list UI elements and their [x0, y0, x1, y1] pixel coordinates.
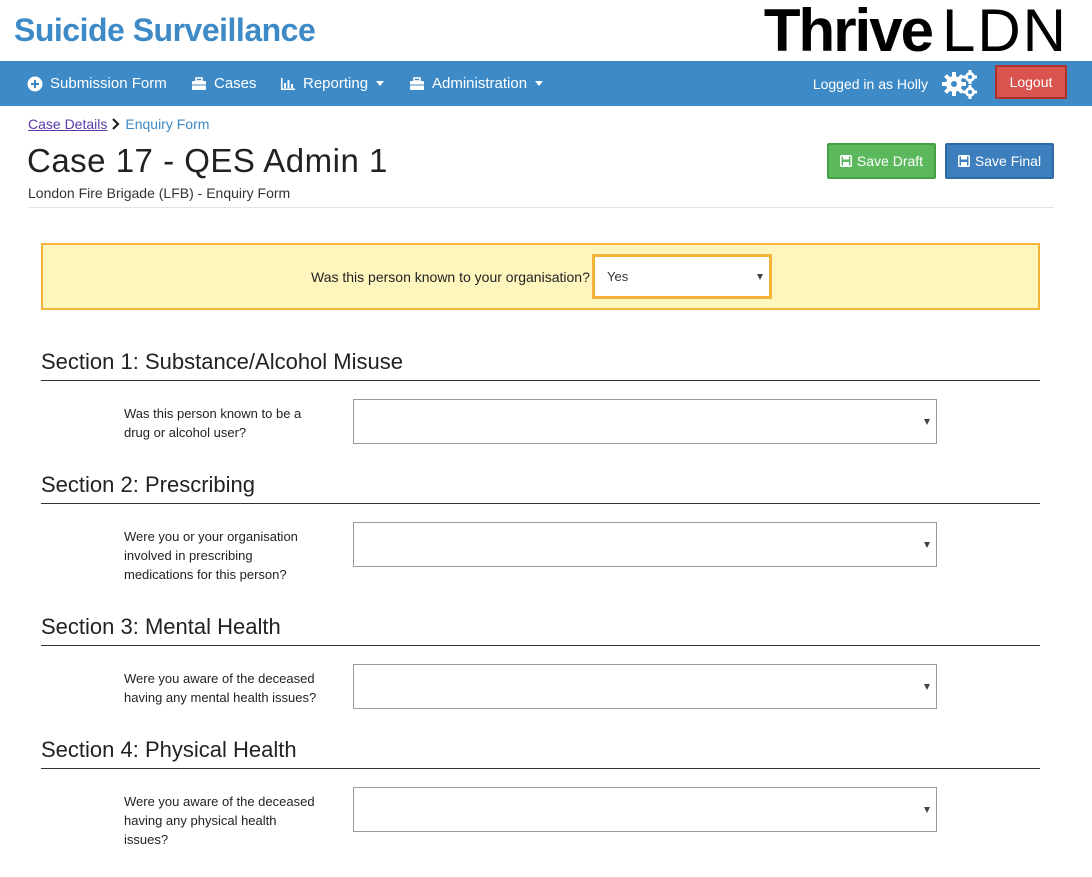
- known-to-organisation-panel: Was this person known to your organisati…: [41, 243, 1040, 310]
- section-2-question-line: medications for this person?: [124, 567, 287, 582]
- nav-reporting[interactable]: Reporting: [280, 61, 385, 106]
- section-4-question-line: having any physical health: [124, 813, 277, 828]
- logout-button[interactable]: Logout: [995, 65, 1067, 99]
- save-final-button[interactable]: Save Final: [945, 143, 1054, 179]
- nav-cases-label: Cases: [214, 75, 257, 92]
- section-2-rule: [41, 503, 1040, 504]
- breadcrumb-case-details-link[interactable]: Case Details: [28, 116, 107, 132]
- chevron-down-icon: [376, 81, 385, 86]
- logged-in-user: Logged in as Holly: [812, 75, 928, 92]
- app-title[interactable]: Suicide Surveillance: [14, 12, 316, 49]
- briefcase-icon: [410, 76, 424, 90]
- page-subtitle: London Fire Brigade (LFB) - Enquiry Form: [28, 185, 291, 201]
- section-3-question: Were you aware of the deceased having an…: [124, 669, 339, 707]
- chevron-right-icon: [112, 118, 120, 130]
- section-3-select[interactable]: [353, 664, 937, 709]
- brand-name-light: LDN: [941, 0, 1068, 64]
- top-header: Suicide Surveillance Thrive LDN: [0, 0, 1092, 61]
- section-2-title: Section 2: Prescribing: [41, 472, 255, 497]
- settings-gears-icon[interactable]: [941, 69, 979, 99]
- known-to-organisation-question: Was this person known to your organisati…: [311, 269, 590, 285]
- section-2-select[interactable]: [353, 522, 937, 567]
- briefcase-icon: [192, 76, 206, 90]
- section-4-select[interactable]: [353, 787, 937, 832]
- page-title: Case 17 - QES Admin 1: [27, 142, 388, 179]
- dropdown-arrow-icon: [924, 806, 930, 813]
- section-4-title: Section 4: Physical Health: [41, 737, 297, 762]
- section-4-question-line: issues?: [124, 832, 169, 847]
- section-1-rule: [41, 380, 1040, 381]
- section-3-question-line: having any mental health issues?: [124, 690, 317, 705]
- section-3-rule: [41, 645, 1040, 646]
- brand-name-bold: Thrive: [763, 0, 934, 64]
- section-1-question-line: Was this person known to be a: [124, 406, 302, 421]
- dropdown-arrow-icon: [924, 683, 930, 690]
- breadcrumb-current: Enquiry Form: [125, 116, 210, 132]
- section-1-question-line: drug or alcohol user?: [124, 425, 247, 440]
- section-2-question-line: Were you or your organisation: [124, 529, 298, 544]
- section-2-question: Were you or your organisation involved i…: [124, 527, 339, 584]
- save-icon: [957, 155, 970, 167]
- section-4-rule: [41, 768, 1040, 769]
- nav-submission-form-label: Submission Form: [50, 75, 167, 92]
- section-1-title: Section 1: Substance/Alcohol Misuse: [41, 349, 403, 374]
- section-3-question-line: Were you aware of the deceased: [124, 671, 315, 686]
- save-draft-label: Save Draft: [856, 153, 924, 169]
- save-draft-button[interactable]: Save Draft: [827, 143, 936, 179]
- chevron-down-icon: [535, 81, 544, 86]
- breadcrumb: Case Details Enquiry Form: [28, 116, 209, 132]
- section-4-question-line: Were you aware of the deceased: [124, 794, 315, 809]
- save-final-label: Save Final: [974, 153, 1042, 169]
- nav-submission-form[interactable]: Submission Form: [27, 61, 167, 106]
- section-3-title: Section 3: Mental Health: [41, 614, 281, 639]
- nav-cases[interactable]: Cases: [191, 61, 257, 106]
- plus-circle-icon: [27, 76, 43, 91]
- dropdown-arrow-icon: [924, 418, 930, 425]
- bar-chart-icon: [281, 77, 295, 90]
- section-4-question: Were you aware of the deceased having an…: [124, 792, 339, 849]
- known-to-organisation-select[interactable]: Yes: [592, 254, 772, 299]
- thrive-ldn-logo: Thrive LDN: [763, 0, 1068, 64]
- nav-administration-label: Administration: [432, 75, 528, 92]
- save-icon: [839, 155, 852, 167]
- main-navbar: Submission Form Cases Reporting Administ…: [0, 61, 1092, 106]
- section-1-select[interactable]: [353, 399, 937, 444]
- nav-administration[interactable]: Administration: [409, 61, 544, 106]
- dropdown-arrow-icon: [924, 541, 930, 548]
- dropdown-arrow-icon: [757, 273, 763, 280]
- nav-reporting-label: Reporting: [303, 75, 369, 92]
- section-1-question: Was this person known to be a drug or al…: [124, 404, 339, 442]
- section-2-question-line: involved in prescribing: [124, 548, 253, 563]
- header-divider: [28, 207, 1054, 208]
- known-to-organisation-value: Yes: [607, 269, 629, 284]
